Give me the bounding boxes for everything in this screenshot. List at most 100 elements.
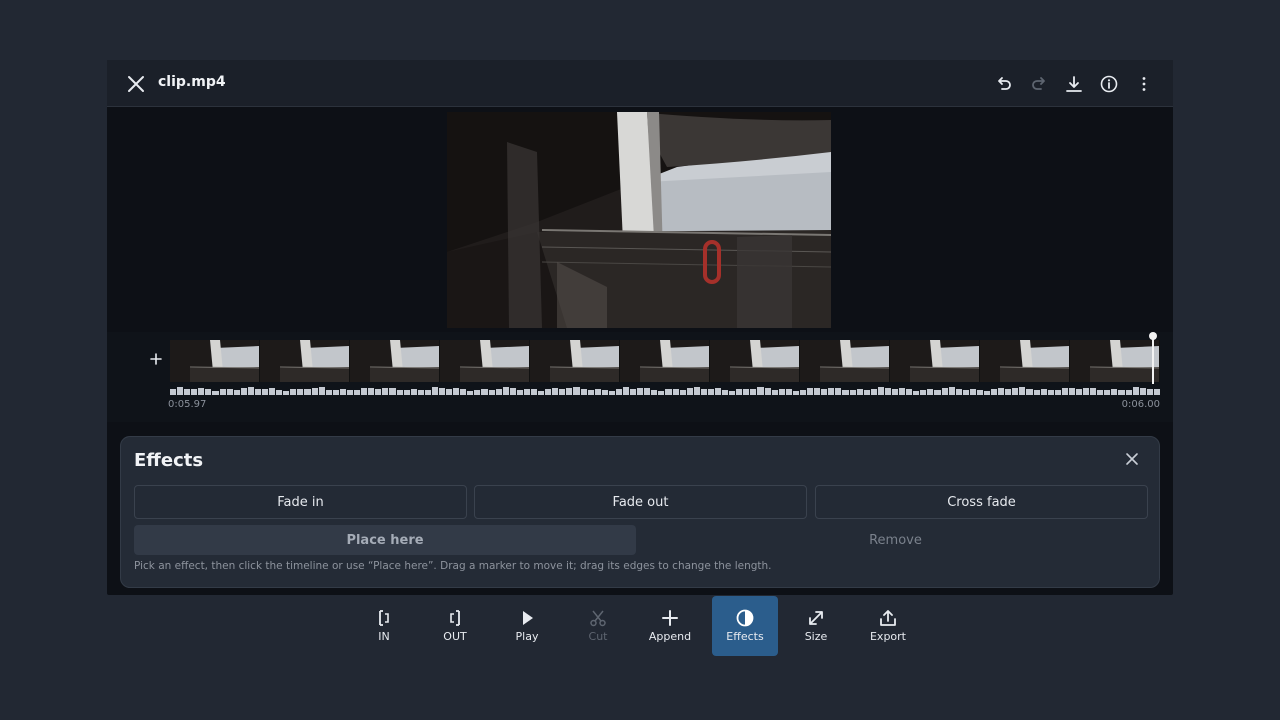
waveform-bar xyxy=(523,389,530,395)
waveform-bar xyxy=(729,391,736,395)
waveform-bar xyxy=(467,391,474,395)
mark-in-button[interactable]: IN xyxy=(351,596,417,656)
cut-button[interactable]: Cut xyxy=(565,596,631,656)
remove-button[interactable]: Remove xyxy=(643,525,1148,555)
waveform-bar xyxy=(778,389,785,395)
waveform-bar xyxy=(262,389,269,395)
waveform-bar xyxy=(707,389,715,395)
waveform-bar xyxy=(226,389,233,395)
waveform-bar xyxy=(899,388,906,395)
waveform-bar xyxy=(446,389,453,395)
waveform-bar xyxy=(1139,388,1146,395)
waveform-bar xyxy=(191,389,198,395)
waveform-bar xyxy=(672,389,679,395)
waveform-bar xyxy=(799,390,807,395)
waveform-bar xyxy=(502,387,509,395)
tool-label: IN xyxy=(378,630,390,643)
waveform-bar xyxy=(757,387,764,395)
effects-hint: Pick an effect, then click the timeline … xyxy=(134,560,772,572)
waveform-bar xyxy=(884,388,891,395)
waveform-bar xyxy=(913,391,920,395)
waveform-bar xyxy=(1111,389,1118,395)
waveform-bar xyxy=(170,389,177,395)
waveform-bar xyxy=(743,389,750,395)
playhead[interactable] xyxy=(1149,332,1157,384)
waveform-bar xyxy=(1132,387,1139,395)
waveform-bar xyxy=(1118,390,1125,395)
waveform-bar xyxy=(594,389,601,395)
waveform-bar xyxy=(920,390,927,395)
waveform-bar xyxy=(1012,388,1019,395)
waveform-bar xyxy=(538,391,545,395)
waveform-bar xyxy=(807,388,814,395)
tool-label: OUT xyxy=(443,630,467,643)
waveform-bar xyxy=(991,389,998,395)
append-button[interactable]: Append xyxy=(637,596,703,656)
waveform-bar xyxy=(969,389,976,395)
waveform-bar xyxy=(849,390,856,395)
waveform-bar xyxy=(403,390,410,395)
share-icon xyxy=(880,610,896,626)
waveform-bar xyxy=(764,388,771,395)
tool-label: Effects xyxy=(726,630,764,643)
waveform-bar xyxy=(481,389,488,395)
fade-in-button[interactable]: Fade in xyxy=(134,485,467,519)
filmstrip-frame xyxy=(170,340,260,382)
waveform-bar xyxy=(431,387,438,395)
waveform-bar xyxy=(311,388,318,395)
tool-label: Export xyxy=(869,630,906,643)
waveform-bar xyxy=(934,390,941,395)
waveform-bar xyxy=(1033,390,1040,395)
fade-out-button[interactable]: Fade out xyxy=(474,485,807,519)
waveform-bar xyxy=(375,389,382,395)
waveform-bar xyxy=(219,389,226,395)
effects-button[interactable]: Effects xyxy=(712,596,778,656)
waveform-bar xyxy=(715,388,722,395)
waveform-bar xyxy=(955,389,962,395)
play-icon xyxy=(523,611,533,625)
timeline[interactable]: 0:05.97 0:06.00 xyxy=(107,332,1173,422)
close-icon[interactable] xyxy=(125,73,147,95)
waveform-bar xyxy=(750,389,757,395)
filmstrip-frame xyxy=(1070,340,1160,382)
waveform-bar xyxy=(1068,388,1075,395)
waveform-bar xyxy=(530,389,538,395)
cross-fade-button[interactable]: Cross fade xyxy=(815,485,1148,519)
contrast-icon xyxy=(736,609,754,627)
waveform-bar xyxy=(382,388,389,395)
waveform-bar xyxy=(460,389,467,395)
add-track-icon[interactable] xyxy=(147,350,165,368)
waveform-bar xyxy=(601,390,608,395)
undo-icon[interactable] xyxy=(993,73,1015,95)
waveform-bar xyxy=(722,390,729,395)
export-button[interactable]: Export xyxy=(855,596,921,656)
waveform-bar xyxy=(332,390,339,395)
filmstrip[interactable] xyxy=(170,340,1160,382)
mark-out-button[interactable]: OUT xyxy=(422,596,488,656)
waveform-bar xyxy=(1019,387,1026,395)
place-here-button[interactable]: Place here xyxy=(134,525,636,555)
play-button[interactable]: Play xyxy=(494,596,560,656)
waveform-bar xyxy=(637,388,644,395)
mark-out-icon xyxy=(450,610,460,626)
waveform-bar xyxy=(354,390,361,395)
waveform-bar xyxy=(545,389,552,395)
size-button[interactable]: Size xyxy=(783,596,849,656)
waveform-bar xyxy=(389,388,396,395)
waveform-bar xyxy=(580,389,587,395)
redo-icon[interactable] xyxy=(1028,73,1050,95)
waveform-bar xyxy=(1097,390,1104,395)
video-preview[interactable] xyxy=(447,112,831,328)
more-vertical-icon[interactable] xyxy=(1133,73,1155,95)
download-icon[interactable] xyxy=(1063,73,1085,95)
waveform-bar xyxy=(1146,389,1153,395)
plus-icon xyxy=(662,610,678,626)
close-icon[interactable] xyxy=(1123,450,1141,468)
audio-waveform xyxy=(170,387,1160,395)
waveform-bar xyxy=(552,388,559,395)
waveform-bar xyxy=(1125,390,1132,395)
waveform-bar xyxy=(474,390,481,395)
info-icon[interactable] xyxy=(1098,73,1120,95)
waveform-bar xyxy=(304,389,311,395)
waveform-bar xyxy=(290,389,297,395)
